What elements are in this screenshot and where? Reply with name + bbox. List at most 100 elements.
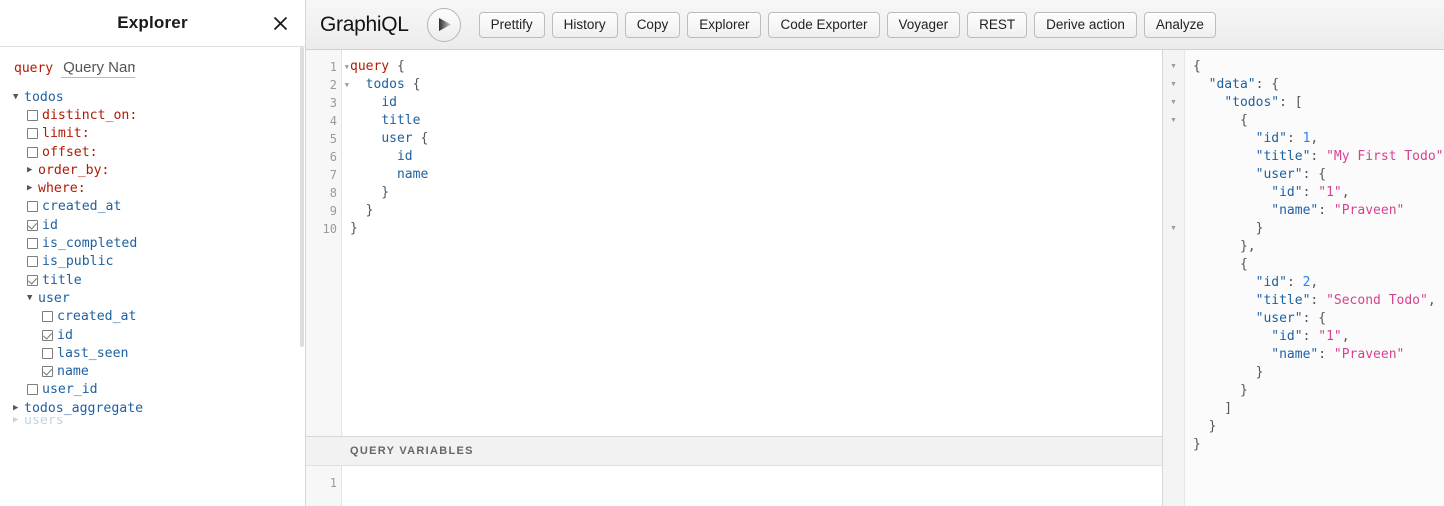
query-editor[interactable]: 1 ▼ 2 ▼ 3 4 5 6 7 8 9 10 query { todos { id title u… bbox=[306, 50, 1162, 436]
chevron-right-icon[interactable]: ▶ bbox=[27, 184, 38, 193]
token: "Second Todo" bbox=[1326, 293, 1428, 308]
execute-query-button[interactable] bbox=[426, 7, 461, 42]
query-variables-code[interactable] bbox=[342, 466, 1162, 506]
explorer-field-user_id[interactable]: user_id bbox=[0, 381, 305, 399]
token: } bbox=[1193, 419, 1217, 434]
token: "user" bbox=[1255, 167, 1303, 182]
close-icon[interactable] bbox=[269, 12, 291, 34]
explorer-scrollbar-thumb[interactable] bbox=[300, 47, 304, 347]
fold-toggle-icon[interactable]: ▼ bbox=[1163, 58, 1184, 76]
chevron-down-icon[interactable]: ▼ bbox=[27, 293, 38, 303]
query-name-input[interactable] bbox=[61, 59, 136, 78]
fold-toggle-icon[interactable]: ▼ bbox=[1163, 220, 1184, 238]
code-line: user { bbox=[350, 130, 1162, 148]
token: "title" bbox=[1255, 149, 1311, 164]
token: } bbox=[1193, 383, 1248, 398]
explorer-field-order_by[interactable]: ▶ order_by: bbox=[0, 161, 305, 179]
token: } bbox=[1193, 437, 1201, 452]
token: "id" bbox=[1255, 131, 1287, 146]
gutter-spacer bbox=[1163, 364, 1184, 382]
explorer-field-last_seen[interactable]: last_seen bbox=[0, 344, 305, 362]
explorer-field-tree: ▼ todos distinct_on: limit: offset: ▶ order_by… bbox=[0, 88, 305, 425]
token: id bbox=[381, 95, 397, 110]
field-checkbox[interactable] bbox=[42, 347, 53, 359]
explorer-field-distinct_on[interactable]: distinct_on: bbox=[0, 106, 305, 124]
token: title bbox=[381, 113, 421, 128]
field-checkbox[interactable] bbox=[27, 219, 38, 231]
query-variables-header[interactable]: QUERY VARIABLES bbox=[306, 436, 1162, 466]
fold-toggle-icon[interactable]: ▼ bbox=[1163, 112, 1184, 130]
explorer-field-limit[interactable]: limit: bbox=[0, 125, 305, 143]
toolbar-button-code-exporter[interactable]: Code Exporter bbox=[768, 11, 880, 38]
field-checkbox[interactable] bbox=[27, 238, 38, 250]
explorer-field-user[interactable]: ▼ user bbox=[0, 289, 305, 307]
toolbar-button-derive-action[interactable]: Derive action bbox=[1034, 11, 1137, 38]
field-checkbox[interactable] bbox=[27, 128, 38, 140]
explorer-field-label: limit: bbox=[42, 126, 90, 142]
result-line: } bbox=[1193, 436, 1444, 454]
toolbar-button-explorer[interactable]: Explorer bbox=[687, 11, 762, 38]
explorer-field-todos_aggregate[interactable]: ▶ todos_aggregate bbox=[0, 399, 305, 417]
explorer-title: Explorer bbox=[117, 13, 188, 32]
explorer-field-created_at[interactable]: created_at bbox=[0, 308, 305, 326]
token: : bbox=[1318, 347, 1334, 362]
explorer-field-name[interactable]: name bbox=[0, 362, 305, 380]
explorer-field-offset[interactable]: offset: bbox=[0, 143, 305, 161]
explorer-field-id[interactable]: id bbox=[0, 326, 305, 344]
fold-toggle-icon[interactable]: ▼ bbox=[1163, 94, 1184, 112]
field-checkbox[interactable] bbox=[27, 274, 38, 286]
toolbar-button-voyager[interactable]: Voyager bbox=[886, 11, 961, 38]
toolbar-button-history[interactable]: History bbox=[551, 11, 618, 38]
fold-toggle-icon[interactable]: ▼ bbox=[345, 58, 349, 76]
field-checkbox[interactable] bbox=[42, 366, 53, 378]
toolbar-button-copy[interactable]: Copy bbox=[624, 11, 681, 38]
field-checkbox[interactable] bbox=[27, 384, 38, 396]
line-number: 9 bbox=[329, 204, 337, 218]
explorer-field-users[interactable]: ▶users bbox=[0, 417, 305, 424]
gutter-spacer bbox=[1163, 238, 1184, 256]
explorer-field-title[interactable]: title bbox=[0, 271, 305, 289]
chevron-right-icon[interactable]: ▶ bbox=[27, 165, 38, 175]
query-variables-editor[interactable]: 1 bbox=[306, 466, 1162, 506]
toolbar-button-prettify[interactable]: Prettify bbox=[478, 11, 545, 38]
chevron-right-icon[interactable]: ▶ bbox=[13, 403, 24, 413]
chevron-right-icon[interactable]: ▶ bbox=[13, 417, 24, 424]
explorer-field-created_at[interactable]: created_at bbox=[0, 198, 305, 216]
token: , bbox=[1341, 185, 1350, 200]
token: , bbox=[1310, 275, 1319, 290]
line-number: 2 ▼ bbox=[329, 78, 349, 92]
graphiql-logo: GraphiQL bbox=[320, 12, 409, 36]
toolbar-button-analyze[interactable]: Analyze bbox=[1143, 11, 1216, 38]
gutter-spacer bbox=[1163, 346, 1184, 364]
token: { bbox=[1193, 59, 1201, 74]
result-line: { bbox=[1193, 112, 1444, 130]
field-checkbox[interactable] bbox=[42, 311, 53, 323]
results-panel: ▼ ▼ ▼ ▼ ▼ { "data": { "todos": [ { "id": 1, … bbox=[1163, 50, 1444, 506]
explorer-field-label: created_at bbox=[57, 309, 137, 325]
code-line: id bbox=[350, 94, 1162, 112]
field-checkbox[interactable] bbox=[27, 109, 38, 121]
explorer-field-todos[interactable]: ▼ todos bbox=[0, 88, 305, 106]
explorer-field-label: distinct_on: bbox=[42, 107, 138, 123]
explorer-scrollbar[interactable] bbox=[299, 47, 305, 506]
field-checkbox[interactable] bbox=[42, 329, 53, 341]
query-editor-code[interactable]: query { todos { id title user { id name … bbox=[342, 50, 1162, 436]
fold-toggle-icon[interactable]: ▼ bbox=[1163, 76, 1184, 94]
fold-toggle-icon[interactable]: ▼ bbox=[345, 76, 349, 94]
explorer-field-id[interactable]: id bbox=[0, 216, 305, 234]
toolbar-buttons: Prettify History Copy Explorer Code Exporter… bbox=[478, 11, 1223, 38]
line-number: 1 bbox=[329, 476, 337, 490]
token: { bbox=[412, 131, 429, 146]
explorer-field-is_public[interactable]: is_public bbox=[0, 253, 305, 271]
token: "My First Todo" bbox=[1326, 149, 1444, 164]
explorer-field-is_completed[interactable]: is_completed bbox=[0, 234, 305, 252]
field-checkbox[interactable] bbox=[27, 201, 38, 213]
field-checkbox[interactable] bbox=[27, 256, 38, 268]
field-checkbox[interactable] bbox=[27, 146, 38, 158]
toolbar-button-rest[interactable]: REST bbox=[967, 11, 1028, 38]
chevron-down-icon[interactable]: ▼ bbox=[13, 92, 24, 102]
explorer-field-where[interactable]: ▶ where: bbox=[0, 179, 305, 197]
